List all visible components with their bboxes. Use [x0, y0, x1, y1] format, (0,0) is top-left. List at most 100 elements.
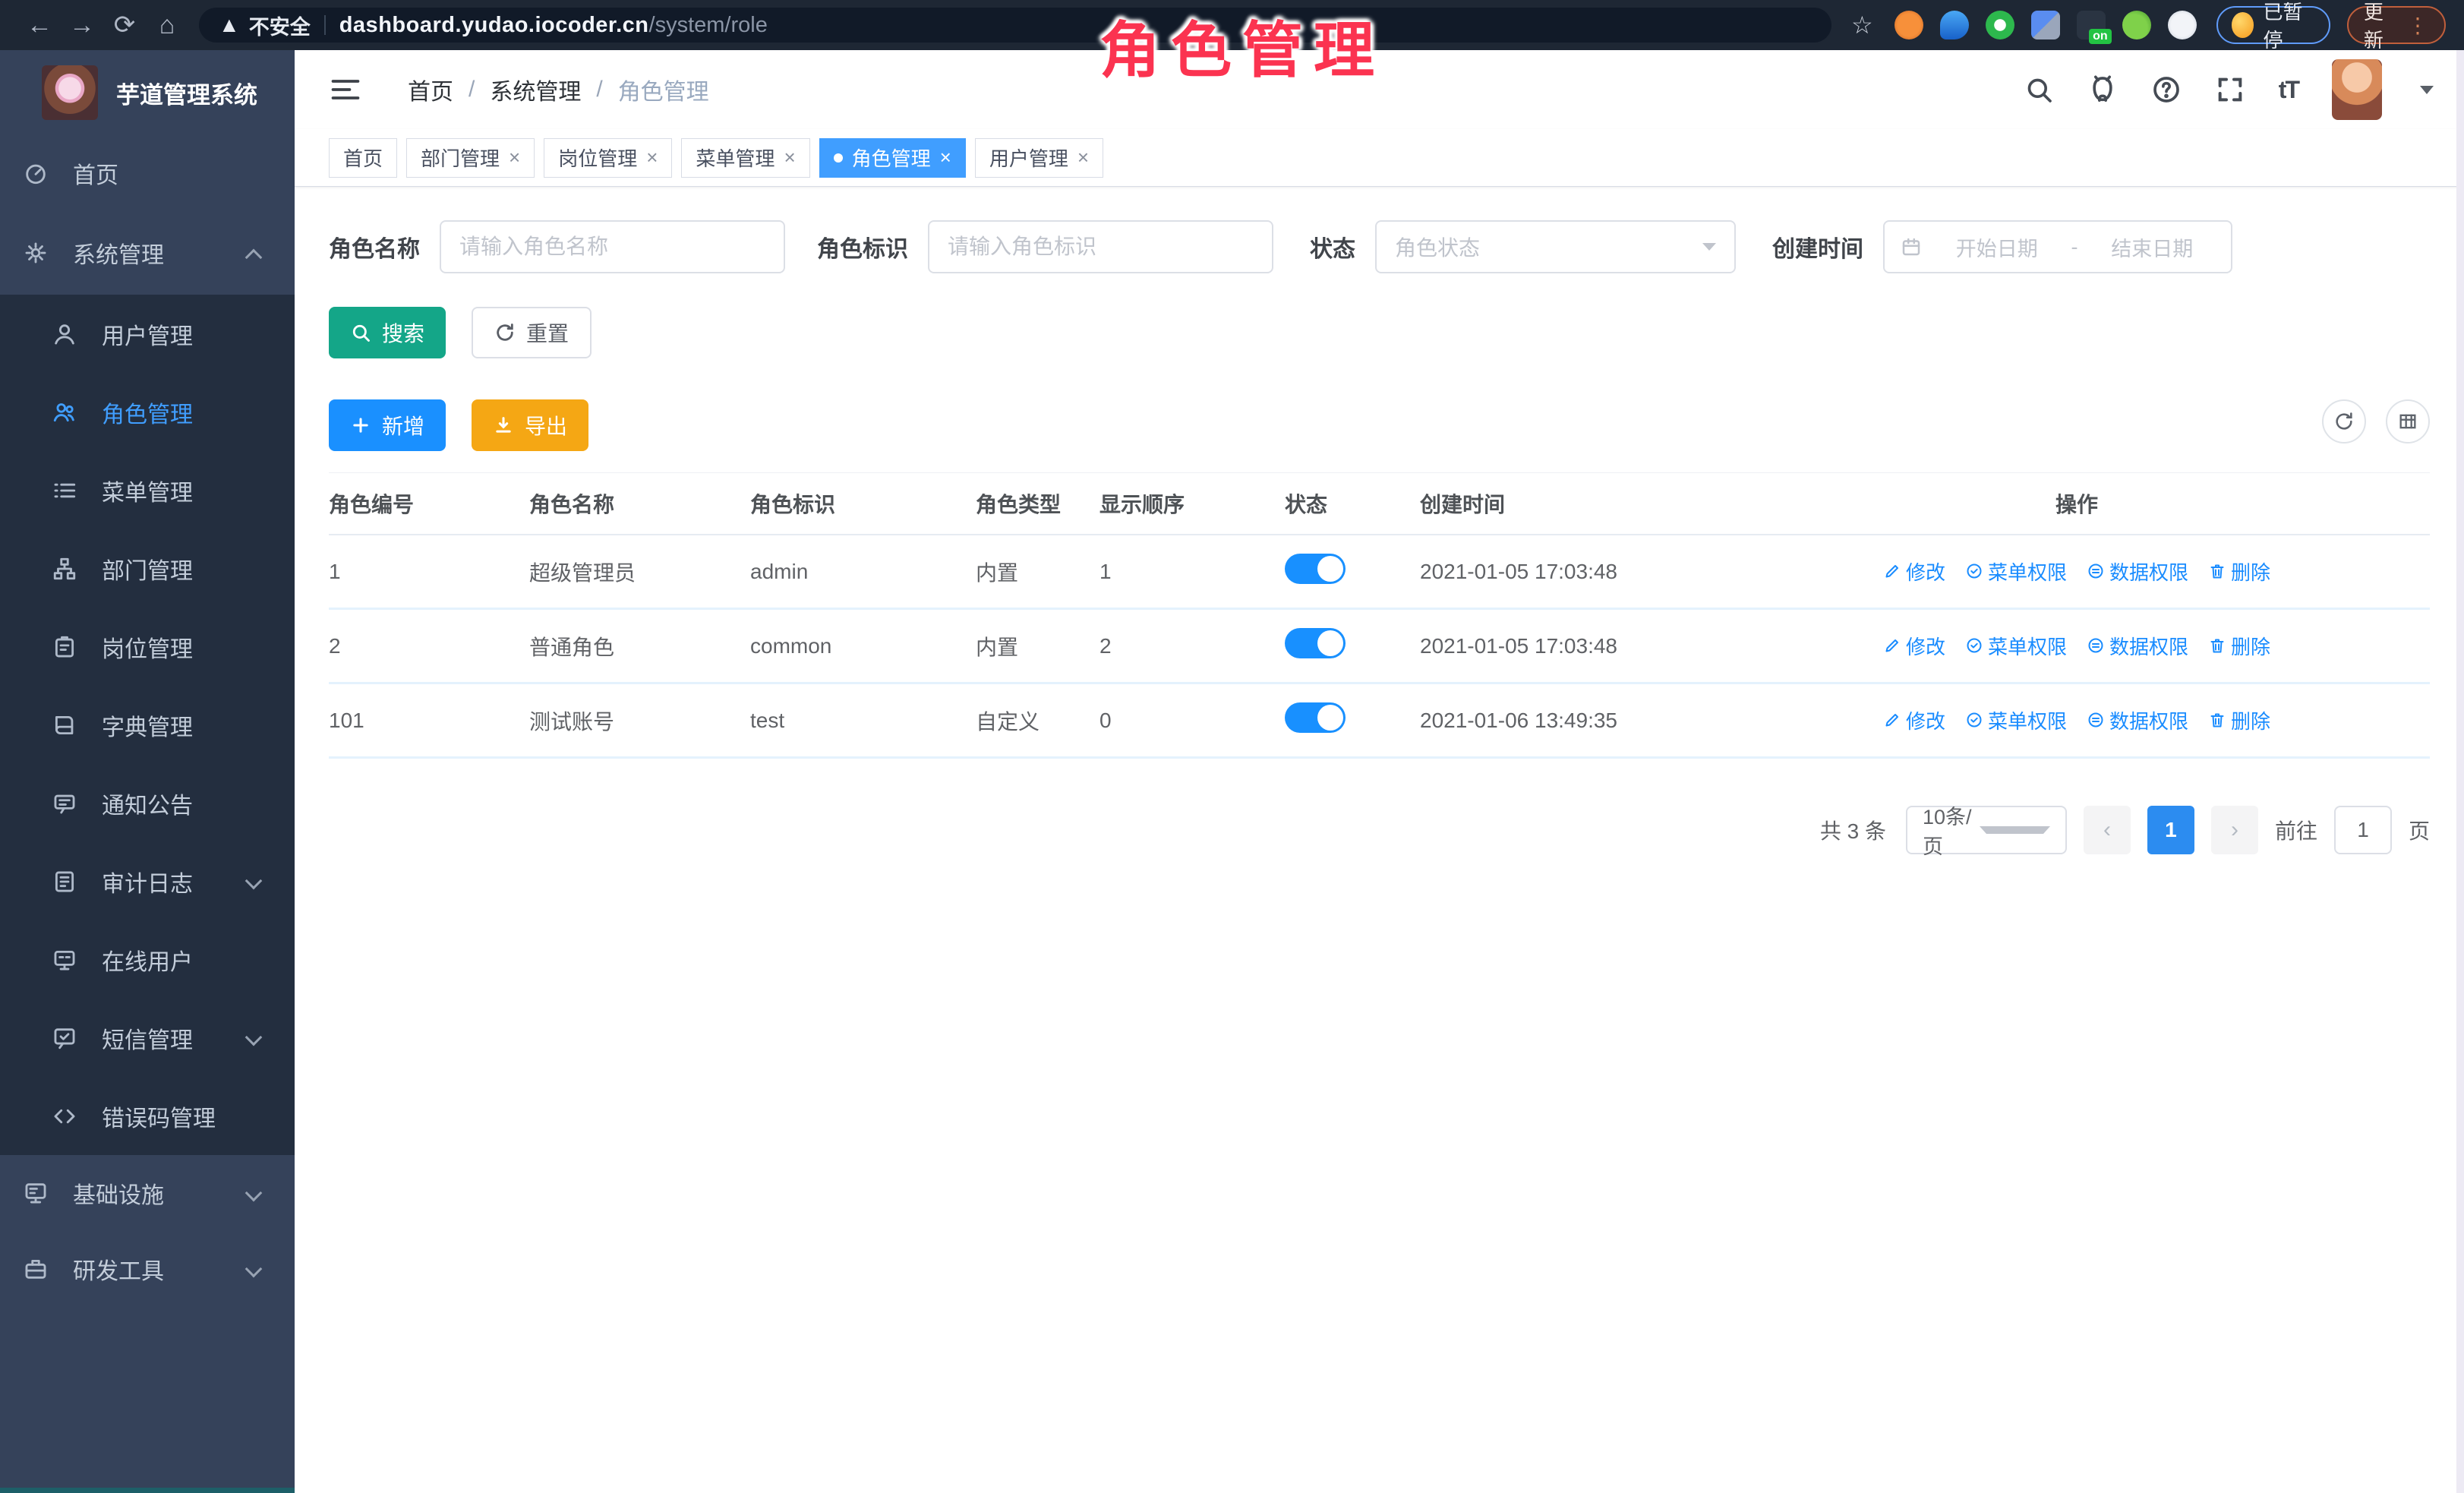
sidebar-item-dict[interactable]: 字典管理: [0, 686, 295, 764]
back-icon[interactable]: ←: [18, 11, 61, 40]
sidebar-item-role[interactable]: 角色管理: [0, 373, 295, 451]
reload-icon[interactable]: ⟳: [103, 10, 146, 40]
page-size-select[interactable]: 10条/页: [1906, 806, 2067, 854]
tab-角色管理[interactable]: 角色管理×: [819, 138, 966, 178]
create-time-range-picker[interactable]: 开始日期 - 结束日期: [1883, 220, 2232, 273]
tab-菜单管理[interactable]: 菜单管理 ×: [681, 138, 809, 178]
app-logo-row[interactable]: 芋道管理系统: [0, 50, 295, 135]
add-button[interactable]: 新增: [329, 399, 446, 451]
sidebar-item-user[interactable]: 用户管理: [0, 295, 295, 373]
sidebar-item-infra[interactable]: 基础设施: [0, 1155, 295, 1231]
search-button[interactable]: 搜索: [329, 307, 446, 358]
tab-label: 菜单管理: [696, 144, 775, 172]
help-icon[interactable]: [2151, 74, 2182, 105]
github-icon[interactable]: [2087, 74, 2118, 105]
role-code-cell: common: [750, 634, 976, 658]
role-code-input[interactable]: [928, 220, 1273, 273]
sidebar-item-devtool[interactable]: 研发工具: [0, 1231, 295, 1307]
sidebar-item-online[interactable]: 在线用户: [0, 920, 295, 999]
tab-用户管理[interactable]: 用户管理×: [975, 138, 1103, 178]
breadcrumb-system[interactable]: 系统管理: [490, 73, 581, 106]
extension-icon[interactable]: [1940, 11, 1969, 39]
sidebar-item-system[interactable]: 系统管理: [0, 211, 295, 295]
breadcrumb-home[interactable]: 首页: [408, 73, 453, 106]
date-end-placeholder[interactable]: 结束日期: [2089, 232, 2216, 262]
column-settings-button[interactable]: [2386, 399, 2430, 443]
sidebar-item-home[interactable]: 首页: [0, 135, 295, 211]
hamburger-icon[interactable]: [329, 73, 362, 106]
list-icon: [52, 478, 77, 503]
user-avatar[interactable]: [2332, 59, 2382, 120]
extension-icon[interactable]: [2168, 11, 2197, 39]
extension-icon[interactable]: [2122, 11, 2151, 39]
prev-page-button[interactable]: ‹: [2084, 806, 2131, 854]
extension-icon[interactable]: [1895, 11, 1923, 39]
close-icon[interactable]: ×: [509, 146, 520, 169]
action-数据权限[interactable]: 数据权限: [2087, 557, 2188, 586]
fullscreen-icon[interactable]: [2215, 74, 2245, 105]
status-toggle[interactable]: [1285, 628, 1346, 658]
column-header-4: 显示顺序: [1099, 488, 1285, 519]
next-page-button[interactable]: ›: [2211, 806, 2258, 854]
sidebar-item-errcode[interactable]: 错误码管理: [0, 1077, 295, 1155]
tab-部门管理[interactable]: 部门管理×: [406, 138, 535, 178]
close-icon[interactable]: ×: [940, 146, 951, 169]
status-select[interactable]: 角色状态: [1375, 220, 1736, 273]
sidebar-item-audit[interactable]: 审计日志: [0, 842, 295, 920]
action-修改[interactable]: 修改: [1883, 557, 1945, 586]
goto-label: 前往: [2275, 815, 2317, 845]
refresh-table-button[interactable]: [2322, 399, 2366, 443]
code-icon: [52, 1103, 77, 1129]
action-数据权限[interactable]: 数据权限: [2087, 706, 2188, 734]
tab-岗位管理[interactable]: 岗位管理×: [544, 138, 672, 178]
chevron-down-icon[interactable]: [2420, 86, 2434, 94]
close-icon[interactable]: ×: [784, 146, 795, 169]
bookmark-star-icon[interactable]: ☆: [1851, 11, 1873, 39]
tab-首页[interactable]: 首页: [329, 138, 397, 178]
chevron-down-icon: [245, 1029, 263, 1046]
action-label: 数据权限: [2109, 706, 2188, 734]
action-删除[interactable]: 删除: [2208, 706, 2270, 734]
action-删除[interactable]: 删除: [2208, 632, 2270, 660]
browser-update-button[interactable]: 更新 ⋮: [2347, 6, 2446, 44]
action-修改[interactable]: 修改: [1883, 632, 1945, 660]
action-菜单权限[interactable]: 菜单权限: [1965, 632, 2067, 660]
date-start-placeholder[interactable]: 开始日期: [1933, 232, 2061, 262]
current-page[interactable]: 1: [2147, 806, 2194, 854]
export-button[interactable]: 导出: [472, 399, 588, 451]
profile-paused-chip[interactable]: 已暂停: [2216, 6, 2330, 44]
status-toggle[interactable]: [1285, 554, 1346, 584]
extension-icon[interactable]: on: [2077, 11, 2106, 39]
sidebar-item-dept[interactable]: 部门管理: [0, 529, 295, 608]
action-修改[interactable]: 修改: [1883, 706, 1945, 734]
status-toggle[interactable]: [1285, 702, 1346, 733]
goto-page-input[interactable]: [2334, 806, 2392, 854]
action-label: 修改: [1906, 632, 1945, 660]
role-code-cell: admin: [750, 560, 976, 584]
download-icon: [493, 415, 514, 436]
sidebar-item-post[interactable]: 岗位管理: [0, 608, 295, 686]
search-button-row: 搜索 重置: [329, 307, 2430, 358]
home-icon[interactable]: ⌂: [146, 11, 188, 40]
role-sort-cell: 2: [1099, 634, 1285, 658]
close-icon[interactable]: ×: [1077, 146, 1089, 169]
action-删除[interactable]: 删除: [2208, 557, 2270, 586]
extension-icon[interactable]: [1986, 11, 2014, 39]
action-数据权限[interactable]: 数据权限: [2087, 632, 2188, 660]
sidebar-item-label: 菜单管理: [102, 474, 193, 507]
reset-button[interactable]: 重置: [472, 307, 592, 358]
action-菜单权限[interactable]: 菜单权限: [1965, 706, 2067, 734]
extension-icon[interactable]: [2031, 11, 2060, 39]
close-icon[interactable]: ×: [646, 146, 658, 169]
role-name-input[interactable]: [440, 220, 785, 273]
fontsize-icon[interactable]: tT: [2279, 76, 2298, 104]
address-bar[interactable]: ▲ 不安全 dashboard.yudao.iocoder.cn /system…: [199, 8, 1831, 43]
sidebar-item-notice[interactable]: 通知公告: [0, 764, 295, 842]
search-icon[interactable]: [2024, 74, 2054, 105]
scrollbar[interactable]: [2456, 50, 2464, 1493]
sidebar-item-menu[interactable]: 菜单管理: [0, 451, 295, 529]
sidebar-item-sms[interactable]: 短信管理: [0, 999, 295, 1077]
browser-menu-icon[interactable]: ⋮: [2407, 13, 2429, 38]
action-菜单权限[interactable]: 菜单权限: [1965, 557, 2067, 586]
forward-icon[interactable]: →: [61, 11, 103, 40]
